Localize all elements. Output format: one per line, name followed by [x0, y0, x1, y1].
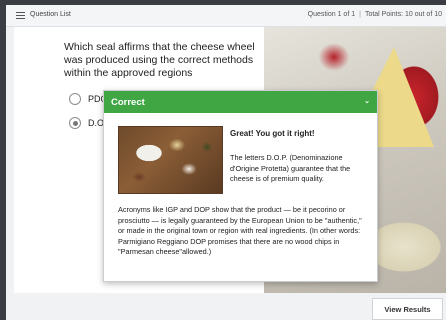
- radio-button-selected[interactable]: [69, 117, 81, 129]
- total-points: Total Points: 10 out of 10: [364, 11, 442, 18]
- radio-button[interactable]: [69, 93, 81, 105]
- feedback-paragraph-2: Acronyms like IGP and DOP show that the …: [118, 205, 362, 257]
- question-text: Which seal affirms that the cheese wheel…: [64, 41, 255, 79]
- question-list-icon[interactable]: [16, 12, 25, 20]
- feedback-title: Great! You got it right!: [230, 129, 315, 138]
- question-list-label[interactable]: Question List: [30, 11, 71, 18]
- question-counter: Question 1 of 1: [307, 11, 356, 18]
- chevron-down-icon[interactable]: ⌄: [364, 97, 370, 105]
- feedback-popup: Correct ⌄ Great! You got it right! The l…: [103, 90, 378, 282]
- feedback-paragraph-1: The letters D.O.P. (Denominazione d'Orig…: [230, 153, 351, 184]
- feedback-status: Correct: [111, 96, 145, 108]
- view-results-button[interactable]: View Results: [372, 298, 443, 320]
- cheese-board-image: [118, 126, 223, 194]
- option-pdo[interactable]: PDO: [69, 93, 108, 105]
- feedback-header[interactable]: Correct ⌄: [104, 91, 377, 113]
- top-bar: Question List Question 1 of 1 | Total Poin…: [6, 5, 446, 27]
- question-info: Question 1 of 1 | Total Points: 10 out of …: [307, 11, 442, 18]
